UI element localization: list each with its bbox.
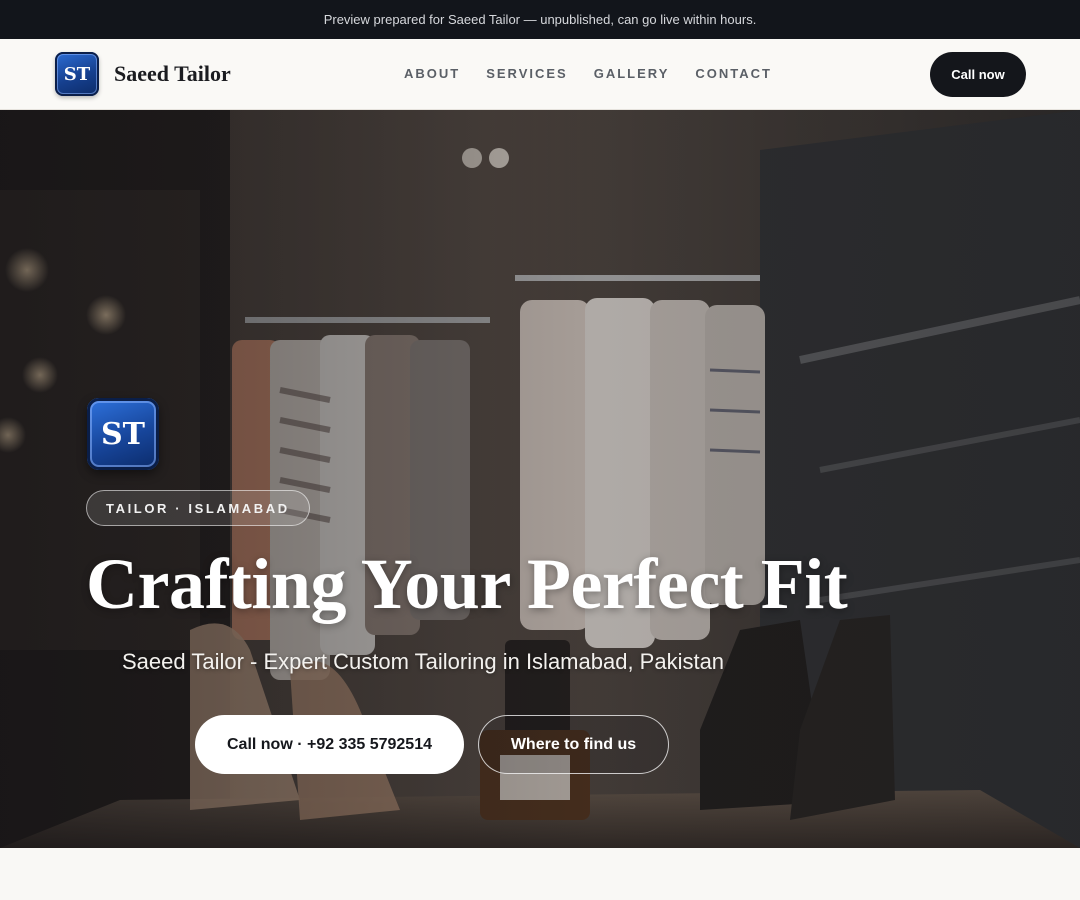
hero-call-button[interactable]: Call now · +92 335 5792514	[195, 715, 464, 774]
nav-link-gallery[interactable]: GALLERY	[594, 66, 670, 81]
hero-category-tag: TAILOR · ISLAMABAD	[86, 490, 310, 526]
hero-section: ST TAILOR · ISLAMABAD Crafting Your Perf…	[0, 110, 1080, 848]
nav-link-about[interactable]: ABOUT	[404, 66, 460, 81]
brand-name: Saeed Tailor	[114, 61, 231, 86]
brand-home-link[interactable]: ST Saeed Tailor	[55, 52, 231, 96]
nav-call-now-button[interactable]: Call now	[930, 52, 1026, 97]
preview-banner: Preview prepared for Saeed Tailor — unpu…	[0, 0, 1080, 39]
next-section-start	[0, 848, 1080, 900]
hero-find-us-button[interactable]: Where to find us	[478, 715, 669, 774]
preview-banner-text: Preview prepared for Saeed Tailor — unpu…	[323, 12, 757, 27]
navbar: ST Saeed Tailor ABOUT SERVICES GALLERY C…	[0, 39, 1080, 110]
hero-logo-badge: ST	[87, 398, 159, 470]
nav-links: ABOUT SERVICES GALLERY CONTACT	[404, 66, 798, 81]
nav-link-services[interactable]: SERVICES	[486, 66, 568, 81]
logo-badge: ST	[55, 52, 99, 96]
hero-subtitle: Saeed Tailor - Expert Custom Tailoring i…	[122, 649, 725, 674]
hero-title: Crafting Your Perfect Fit	[86, 544, 848, 624]
nav-link-contact[interactable]: CONTACT	[695, 66, 772, 81]
